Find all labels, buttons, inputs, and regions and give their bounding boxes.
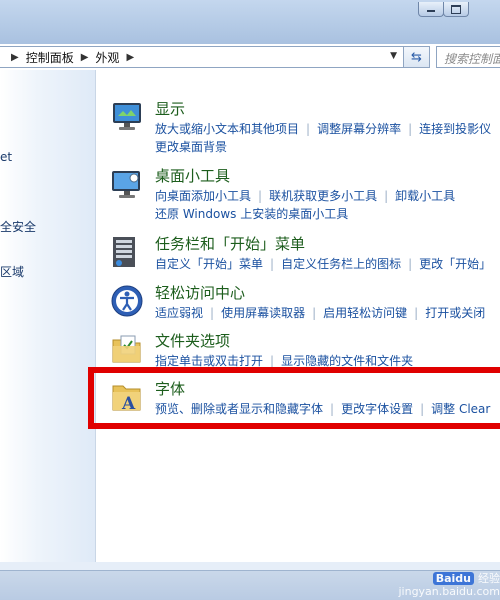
title-bar <box>0 0 500 44</box>
link-separator: | <box>408 257 413 271</box>
breadcrumb-separator-icon[interactable]: ▶ <box>126 52 134 63</box>
link-uninstall-gadget[interactable]: 卸载小工具 <box>395 189 455 203</box>
nav-item-security[interactable]: 全安全 <box>0 218 36 235</box>
breadcrumb-appearance[interactable]: 外观 <box>95 49 119 66</box>
link-customize-start-menu[interactable]: 自定义「开始」菜单 <box>155 257 263 271</box>
category-title-gadgets[interactable]: 桌面小工具 <box>155 165 230 186</box>
link-separator: | <box>384 189 389 203</box>
category-list: 显示 放大或缩小文本和其他项目 | 调整屏幕分辨率 | 连接到投影仪 更改桌面背景 桌面… <box>96 70 500 562</box>
breadcrumb-control-panel[interactable]: 控制面板 <box>26 49 74 66</box>
links-row: 放大或缩小文本和其他项目 | 调整屏幕分辨率 | 连接到投影仪 <box>155 120 491 137</box>
link-customize-taskbar-icons[interactable]: 自定义任务栏上的图标 <box>281 257 401 271</box>
search-input[interactable]: 搜索控制面 <box>436 46 500 68</box>
links-row: 向桌面添加小工具 | 联机获取更多小工具 | 卸载小工具 <box>155 187 455 204</box>
link-turn-on-off[interactable]: 打开或关闭 <box>425 306 485 320</box>
link-separator: | <box>270 354 275 368</box>
link-add-gadgets[interactable]: 向桌面添加小工具 <box>155 189 251 203</box>
watermark: Baidu 经验 jingyan.baidu.com <box>388 562 500 600</box>
links-row: 自定义「开始」菜单 | 自定义任务栏上的图标 | 更改「开始」 <box>155 255 491 272</box>
breadcrumb-separator-icon[interactable]: ▶ <box>11 52 19 63</box>
category-title-folder-options[interactable]: 文件夹选项 <box>155 330 230 351</box>
link-connect-projector[interactable]: 连接到投影仪 <box>419 122 491 136</box>
link-change-start[interactable]: 更改「开始」 <box>419 257 491 271</box>
link-separator: | <box>210 306 215 320</box>
refresh-icon: ⇆ <box>411 49 422 65</box>
navigation-pane: et 全安全 区域 <box>0 70 96 562</box>
breadcrumb-separator-icon[interactable]: ▶ <box>81 52 89 63</box>
link-screen-resolution[interactable]: 调整屏幕分辨率 <box>317 122 401 136</box>
link-scale-text[interactable]: 放大或缩小文本和其他项目 <box>155 122 299 136</box>
link-separator: | <box>408 122 413 136</box>
link-single-double-click[interactable]: 指定单击或双击打开 <box>155 354 263 368</box>
link-show-hidden-files[interactable]: 显示隐藏的文件和文件夹 <box>281 354 413 368</box>
display-monitor-icon <box>113 103 141 130</box>
taskbar-start-menu-icon <box>113 237 135 267</box>
highlight-box-fonts <box>88 367 500 429</box>
links-row: 还原 Windows 上安装的桌面小工具 <box>155 205 348 222</box>
category-title-ease-of-access[interactable]: 轻松访问中心 <box>155 282 245 303</box>
watermark-line2: jingyan.baidu.com <box>398 585 500 598</box>
watermark-line1: 经验 <box>478 572 500 585</box>
nav-item-region[interactable]: 区域 <box>0 263 24 280</box>
link-get-more-gadgets[interactable]: 联机获取更多小工具 <box>269 189 377 203</box>
link-restore-gadgets[interactable]: 还原 Windows 上安装的桌面小工具 <box>155 207 348 221</box>
links-row: 适应弱视 | 使用屏幕读取器 | 启用轻松访问键 | 打开或关闭 <box>155 304 485 321</box>
link-screen-reader[interactable]: 使用屏幕读取器 <box>221 306 305 320</box>
nav-item-internet[interactable]: et <box>0 150 12 164</box>
desktop-gadgets-icon <box>112 171 140 198</box>
link-low-vision[interactable]: 适应弱视 <box>155 306 203 320</box>
link-separator: | <box>258 189 263 203</box>
address-dropdown-icon[interactable]: ▼ <box>390 51 397 61</box>
address-bar[interactable]: ▶ 控制面板 ▶ 外观 ▶ ▼ <box>0 46 404 68</box>
link-separator: | <box>414 306 419 320</box>
watermark-logo: Baidu <box>432 572 474 585</box>
link-change-background[interactable]: 更改桌面背景 <box>155 140 227 154</box>
links-row: 更改桌面背景 <box>155 138 227 155</box>
maximize-button[interactable] <box>443 2 469 17</box>
folder-options-icon <box>112 335 141 363</box>
category-title-display[interactable]: 显示 <box>155 98 185 119</box>
refresh-button[interactable]: ⇆ <box>404 46 430 68</box>
link-separator: | <box>312 306 317 320</box>
link-separator: | <box>306 122 311 136</box>
minimize-button[interactable] <box>418 2 444 17</box>
category-title-taskbar[interactable]: 任务栏和「开始」菜单 <box>155 233 305 254</box>
link-separator: | <box>270 257 275 271</box>
ease-of-access-icon <box>111 285 143 317</box>
link-easy-access-keys[interactable]: 启用轻松访问键 <box>323 306 407 320</box>
